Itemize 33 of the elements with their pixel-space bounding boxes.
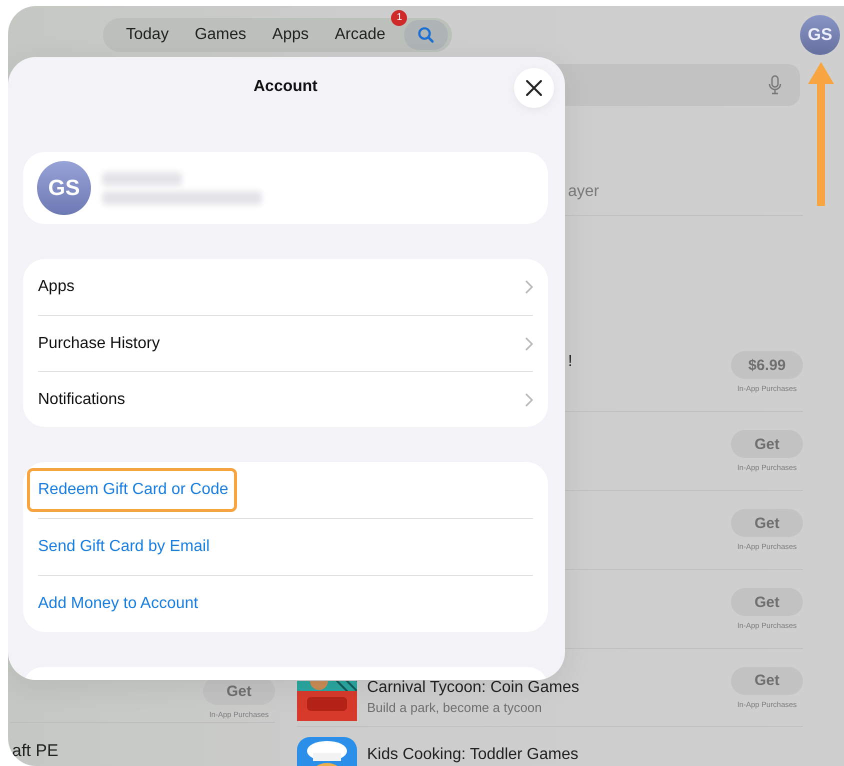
microphone-icon xyxy=(768,75,782,95)
avatar[interactable]: GS xyxy=(800,15,840,55)
app-title: Kids Cooking: Toddler Games xyxy=(367,746,578,764)
get-button[interactable]: Get xyxy=(731,588,803,616)
action-link[interactable]: Redeem Gift Card or Code xyxy=(38,481,228,498)
menu-item[interactable]: Apps xyxy=(38,259,533,315)
app-title: Carnival Tycoon: Coin Games xyxy=(367,679,580,697)
app-subtitle: ayer xyxy=(568,183,600,201)
close-icon xyxy=(525,79,543,97)
action-link[interactable]: Add Money to Account xyxy=(38,595,198,613)
app-title: ! xyxy=(568,353,572,371)
tab[interactable]: Apps xyxy=(259,18,322,52)
chevron-icon xyxy=(525,280,533,294)
app-title: aft PE xyxy=(12,741,58,761)
tab[interactable]: Games xyxy=(182,18,260,52)
close-button[interactable] xyxy=(514,68,554,108)
menu-item[interactable]: Notifications xyxy=(38,371,533,427)
sheet-title: Account xyxy=(254,78,318,96)
price-button[interactable]: $6.99 xyxy=(731,351,803,379)
tab[interactable]: Today xyxy=(113,18,182,52)
get-button[interactable]: Get xyxy=(731,430,803,458)
get-button[interactable]: Get xyxy=(731,509,803,537)
profile-card[interactable]: GS xyxy=(23,152,548,224)
search-icon xyxy=(417,26,436,44)
avatar: GS xyxy=(37,161,91,215)
notification-badge: 1 xyxy=(391,10,408,26)
app-subtitle: Build a park, become a tycoon xyxy=(367,700,543,715)
chevron-icon xyxy=(525,392,533,406)
chevron-icon xyxy=(525,336,533,350)
get-button[interactable]: Get xyxy=(731,666,803,694)
action-link[interactable]: Send Gift Card by Email xyxy=(38,538,210,556)
search-tab[interactable] xyxy=(404,20,448,50)
menu-item[interactable]: Purchase History xyxy=(38,315,533,371)
